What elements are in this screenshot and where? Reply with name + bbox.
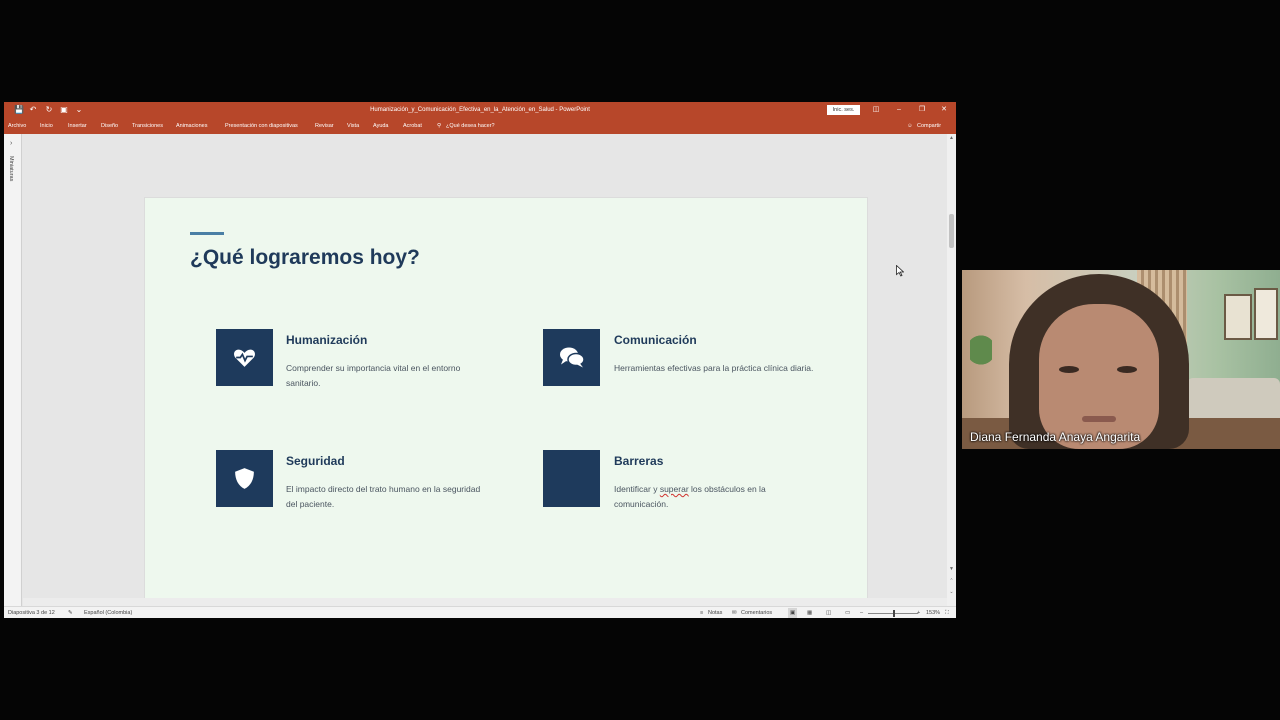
thumbnails-label[interactable]: Miniaturas (8, 156, 14, 181)
heart-pulse-icon (216, 329, 273, 386)
mouse-pointer-icon (896, 265, 904, 277)
slide-heading[interactable]: ¿Qué lograremos hoy? (190, 246, 420, 270)
participant-mouth (1082, 416, 1116, 422)
expand-thumbnails-icon[interactable]: › (10, 140, 12, 147)
fit-to-window-icon[interactable]: ⛶ (945, 608, 949, 618)
next-slide-icon[interactable]: ⌄ (948, 589, 955, 595)
signin-button[interactable]: Inic. ses. (827, 105, 860, 115)
document-title: Humanización_y_Comunicación_Efectiva_en_… (370, 107, 590, 113)
notes-button[interactable]: Notas (708, 608, 722, 618)
video-wall-frame (1254, 288, 1278, 340)
horizontal-scrollbar[interactable] (23, 598, 947, 606)
zoom-level[interactable]: 153% (926, 608, 940, 618)
tab-archivo[interactable]: Archivo (8, 121, 26, 131)
card-desc-barreras[interactable]: Identificar y superar los obstáculos en … (614, 482, 814, 511)
chat-bubbles-icon (543, 329, 600, 386)
title-bar: 💾 ↶ ↻ ▣ ⌄ Humanización_y_Comunicación_Ef… (4, 102, 956, 118)
tab-insertar[interactable]: Insertar (68, 121, 87, 131)
spellcheck-underlined-word: superar (659, 484, 689, 494)
heading-accent-line (190, 232, 224, 235)
reading-view-icon[interactable]: ◫ (826, 608, 831, 618)
comments-button[interactable]: Comentarios (741, 608, 772, 618)
share-button[interactable]: Compartir (917, 121, 941, 131)
minimize-icon[interactable]: – (893, 104, 905, 116)
slide-editor: ¿Qué lograremos hoy? Humanización Compre… (23, 134, 947, 606)
comments-icon[interactable]: ✉ (732, 608, 737, 618)
restore-icon[interactable]: ❐ (916, 104, 928, 116)
participant-eye (1117, 366, 1137, 373)
spellcheck-icon[interactable]: ✎ (68, 608, 73, 618)
participant-eye (1059, 366, 1079, 373)
tab-animaciones[interactable]: Animaciones (176, 121, 208, 131)
scroll-up-icon[interactable]: ▲ (948, 135, 955, 141)
tab-ayuda[interactable]: Ayuda (373, 121, 389, 131)
status-bar: Diapositiva 3 de 12 ✎ Español (Colombia)… (4, 606, 956, 618)
card-title-seguridad[interactable]: Seguridad (286, 454, 345, 468)
zoom-slider-thumb[interactable] (893, 610, 895, 617)
language-indicator[interactable]: Español (Colombia) (84, 608, 132, 618)
normal-view-icon[interactable]: ▣ (788, 608, 798, 618)
tell-me-search[interactable]: ¿Qué desea hacer? (446, 121, 495, 131)
zoom-out-icon[interactable]: – (860, 608, 863, 618)
notes-icon[interactable]: ≡ (700, 608, 703, 618)
ribbon-display-icon[interactable]: ◫ (870, 104, 882, 116)
tab-acrobat[interactable]: Acrobat (403, 121, 422, 131)
close-icon[interactable]: ✕ (938, 104, 950, 116)
powerpoint-window: 💾 ↶ ↻ ▣ ⌄ Humanización_y_Comunicación_Ef… (4, 102, 956, 618)
tab-transiciones[interactable]: Transiciones (132, 121, 163, 131)
slide-sorter-icon[interactable]: ▦ (807, 608, 812, 618)
slide-counter: Diapositiva 3 de 12 (8, 610, 55, 616)
participant-name-label: Diana Fernanda Anaya Angarita (970, 430, 1141, 444)
card-title-comunicacion[interactable]: Comunicación (614, 333, 697, 347)
card-desc-humanizacion[interactable]: Comprender su importancia vital en el en… (286, 361, 486, 390)
participant-video-tile[interactable]: Diana Fernanda Anaya Angarita (962, 270, 1280, 449)
video-plant (970, 330, 992, 380)
previous-slide-icon[interactable]: ⌃ (948, 578, 955, 584)
participant-face (1039, 304, 1159, 449)
meeting-stage: 💾 ↶ ↻ ▣ ⌄ Humanización_y_Comunicación_Ef… (0, 0, 1280, 720)
participant-person (1009, 274, 1189, 449)
tab-presentacion[interactable]: Presentación con diapositivas (225, 121, 298, 131)
slide-canvas[interactable]: ¿Qué lograremos hoy? Humanización Compre… (144, 197, 868, 605)
lightbulb-icon[interactable]: ⚲ (437, 121, 441, 131)
card-title-barreras[interactable]: Barreras (614, 454, 663, 468)
barreras-blank-icon (543, 450, 600, 507)
tab-diseno[interactable]: Diseño (101, 121, 118, 131)
card-desc-comunicacion[interactable]: Herramientas efectivas para la práctica … (614, 361, 814, 376)
card-title-humanizacion[interactable]: Humanización (286, 333, 367, 347)
tab-inicio[interactable]: Inicio (40, 121, 53, 131)
video-sofa (1187, 378, 1280, 422)
slideshow-view-icon[interactable]: ▭ (845, 608, 850, 618)
scroll-thumb[interactable] (949, 214, 954, 248)
shield-icon (216, 450, 273, 507)
person-icon[interactable]: ☺ (907, 121, 913, 131)
card-desc-seguridad[interactable]: El impacto directo del trato humano en l… (286, 482, 486, 511)
tab-vista[interactable]: Vista (347, 121, 359, 131)
desc-text-pre: Identificar y (614, 484, 660, 494)
thumbnails-pane: › Miniaturas (4, 134, 22, 606)
video-wall-frame (1224, 294, 1252, 340)
zoom-in-icon[interactable]: + (917, 608, 920, 618)
ribbon-tabs: Archivo Inicio Insertar Diseño Transicio… (4, 118, 956, 134)
vertical-scrollbar[interactable]: ▲ ▼ ⌃ ⌄ (947, 134, 956, 606)
scroll-down-icon[interactable]: ▼ (948, 566, 955, 572)
tab-revisar[interactable]: Revisar (315, 121, 334, 131)
